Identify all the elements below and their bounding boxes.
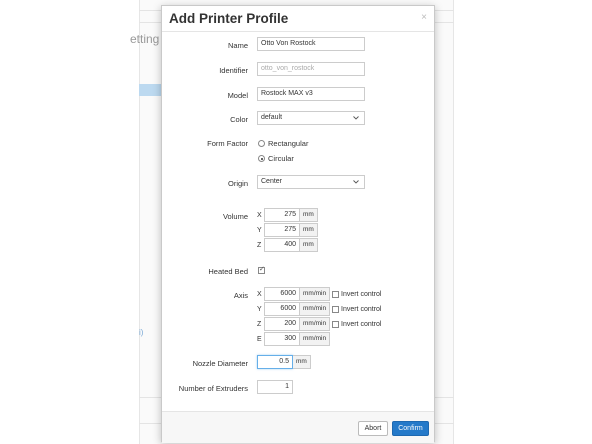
radio-button[interactable]: [258, 140, 265, 147]
volume-axis-x-label: X: [257, 212, 262, 219]
color-label: Color: [230, 115, 248, 124]
extruders-label: Number of Extruders: [178, 384, 248, 393]
extruders-input[interactable]: 1: [257, 380, 293, 394]
radio-label-circular: Circular: [268, 154, 294, 163]
chevron-down-icon: [353, 116, 359, 120]
heated-bed-checkbox[interactable]: [258, 265, 265, 274]
color-select[interactable]: default: [257, 111, 365, 125]
axis-x-invert-label: Invert control: [341, 291, 382, 298]
volume-y-unit: mm: [300, 223, 318, 237]
chevron-down-icon: [353, 180, 359, 184]
axis-z-unit: mm/min: [300, 317, 331, 331]
radio-button-selected[interactable]: [258, 155, 265, 162]
axis-x-letter: X: [257, 291, 262, 298]
origin-select[interactable]: Center: [257, 175, 365, 189]
axis-x-invert-checkbox[interactable]: [332, 291, 339, 298]
axis-y-letter: Y: [257, 306, 262, 313]
background-highlight-bar: [139, 84, 163, 96]
axis-z-speed-input[interactable]: 200: [264, 317, 300, 331]
nozzle-diameter-label: Nozzle Diameter: [192, 359, 248, 368]
volume-label: Volume: [222, 212, 248, 221]
volume-axis-y-label: Y: [257, 227, 262, 234]
dialog-header: Add Printer Profile ×: [162, 6, 434, 32]
volume-x-input[interactable]: 275: [264, 208, 300, 222]
volume-x-unit: mm: [300, 208, 318, 222]
axis-x-speed-input[interactable]: 6000: [264, 287, 300, 301]
close-icon[interactable]: ×: [421, 12, 427, 23]
radio-circular[interactable]: Circular: [258, 154, 294, 163]
background-title: etting: [130, 32, 160, 46]
nozzle-diameter-input[interactable]: 0.5: [257, 355, 293, 369]
axis-z-invert-checkbox[interactable]: [332, 321, 339, 328]
axis-y-invert-checkbox[interactable]: [332, 306, 339, 313]
axis-y-invert-label: Invert control: [341, 306, 382, 313]
color-select-value: default: [261, 114, 283, 121]
abort-button[interactable]: Abort: [358, 421, 388, 436]
name-label: Name: [227, 41, 248, 50]
axis-y-speed-input[interactable]: 6000: [264, 302, 300, 316]
axis-e-speed-input[interactable]: 300: [264, 332, 300, 346]
dialog-footer: Abort Confirm: [162, 411, 434, 443]
dialog-title: Add Printer Profile: [169, 11, 289, 26]
axis-x-unit: mm/min: [300, 287, 331, 301]
model-input[interactable]: Rostock MAX v3: [257, 87, 365, 101]
radio-rectangular[interactable]: Rectangular: [258, 139, 308, 148]
volume-z-unit: mm: [300, 238, 318, 252]
radio-label-rectangular: Rectangular: [268, 139, 309, 148]
axis-z-letter: Z: [257, 321, 262, 328]
origin-label: Origin: [227, 179, 248, 188]
axis-e-letter: E: [257, 336, 262, 343]
form-factor-label: Form Factor: [207, 139, 248, 148]
heated-bed-label: Heated Bed: [208, 267, 248, 276]
axis-e-unit: mm/min: [300, 332, 331, 346]
axis-label: Axis: [233, 291, 248, 300]
origin-select-value: Center: [261, 178, 283, 185]
add-printer-profile-dialog: Add Printer Profile × Name Otto Von Rost…: [161, 5, 435, 443]
confirm-button[interactable]: Confirm: [392, 421, 429, 436]
volume-axis-z-label: Z: [257, 242, 262, 249]
identifier-label: Identifier: [219, 66, 248, 75]
model-label: Model: [227, 91, 248, 100]
nozzle-diameter-unit: mm: [293, 355, 311, 369]
identifier-input[interactable]: otto_von_rostock: [257, 62, 365, 76]
volume-z-input[interactable]: 400: [264, 238, 300, 252]
volume-y-input[interactable]: 275: [264, 223, 300, 237]
axis-y-unit: mm/min: [300, 302, 331, 316]
background-link[interactable]: i): [139, 328, 143, 337]
axis-z-invert-label: Invert control: [341, 321, 382, 328]
name-input[interactable]: Otto Von Rostock: [257, 37, 365, 51]
